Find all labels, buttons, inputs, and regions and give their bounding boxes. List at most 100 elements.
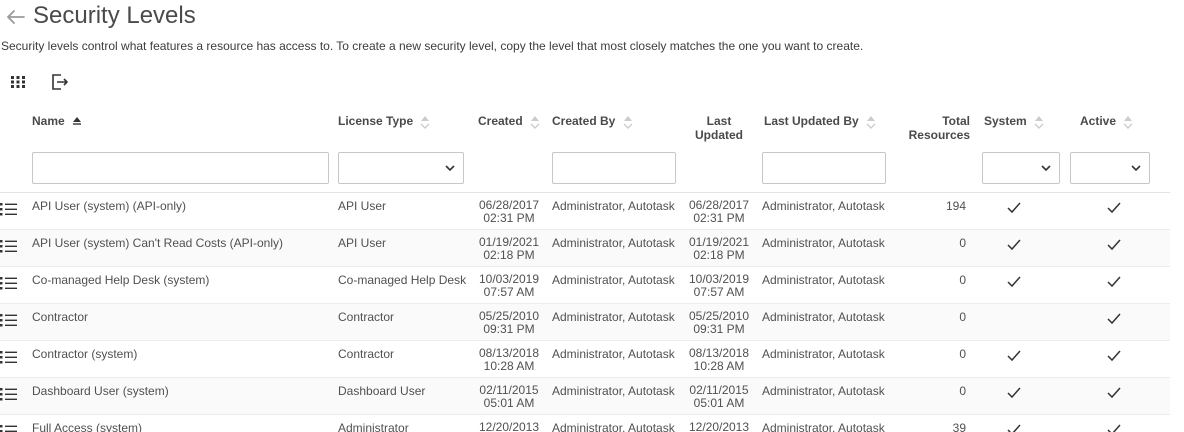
row-system xyxy=(978,192,1066,230)
row-license-type: Co-managed Help Desk xyxy=(334,266,472,304)
row-active xyxy=(1066,340,1170,378)
row-last-updated: 12/20/201307:06 AM xyxy=(680,414,758,432)
row-created: 12/20/201307:06 AM xyxy=(472,414,546,432)
table-row[interactable]: Co-managed Help Desk (system) Co-managed … xyxy=(0,266,1170,304)
check-icon xyxy=(1107,313,1121,328)
row-active xyxy=(1066,192,1170,230)
row-system xyxy=(978,340,1066,378)
row-total-resources: 0 xyxy=(886,303,978,341)
check-icon xyxy=(1007,276,1021,291)
row-created-by: Administrator, Autotask xyxy=(546,414,680,432)
row-license-type: Contractor xyxy=(334,303,472,341)
table-row[interactable]: Contractor (system) Contractor 08/13/2018 1… xyxy=(0,340,1170,378)
column-header-active[interactable]: Active xyxy=(1066,104,1170,148)
column-header-created-by[interactable]: Created By xyxy=(546,104,680,148)
row-context-menu-icon[interactable] xyxy=(0,349,18,365)
active-filter-select[interactable] xyxy=(1070,152,1150,184)
row-created: 08/13/2018 10:28 AM xyxy=(472,340,546,378)
column-header-created[interactable]: Created xyxy=(472,104,546,148)
license-type-filter-select[interactable] xyxy=(338,152,464,184)
row-last-updated: 05/25/2010 09:31 PM xyxy=(680,303,758,341)
table-row[interactable]: API User (system) (API-only) API User 06/2… xyxy=(0,192,1170,230)
row-context-menu-icon[interactable] xyxy=(0,423,18,432)
sort-ascending-icon[interactable] xyxy=(72,116,82,128)
row-active xyxy=(1066,266,1170,304)
row-active xyxy=(1066,414,1170,432)
sort-icon[interactable] xyxy=(530,115,540,129)
row-total-resources: 39 xyxy=(886,414,978,432)
created-by-filter-input[interactable] xyxy=(552,152,676,184)
row-last-updated-by: Administrator, Autotask xyxy=(758,266,886,304)
column-header-system[interactable]: System xyxy=(978,104,1066,148)
row-created-by: Administrator, Autotask xyxy=(546,229,680,267)
row-last-updated-by: Administrator, Autotask xyxy=(758,414,886,432)
row-created: 01/19/2021 02:18 PM xyxy=(472,229,546,267)
check-icon xyxy=(1007,202,1021,217)
row-total-resources: 0 xyxy=(886,340,978,378)
sort-icon[interactable] xyxy=(420,115,430,129)
sort-icon[interactable] xyxy=(1123,115,1133,129)
row-license-type: Contractor xyxy=(334,340,472,378)
last-updated-by-filter-input[interactable] xyxy=(762,152,886,184)
export-icon[interactable] xyxy=(49,72,69,92)
check-icon xyxy=(1107,202,1121,217)
row-active xyxy=(1066,303,1170,341)
back-arrow-icon[interactable] xyxy=(4,6,26,28)
row-total-resources: 0 xyxy=(886,229,978,267)
table-row[interactable]: Dashboard User (system) Dashboard User 02/… xyxy=(0,377,1170,415)
row-context-menu-icon[interactable] xyxy=(0,312,18,328)
row-created-by: Administrator, Autotask xyxy=(546,192,680,230)
chevron-down-icon xyxy=(1131,165,1141,172)
row-name: Full Access (system) xyxy=(28,414,334,432)
row-name: API User (system) (API-only) xyxy=(28,192,334,230)
check-icon xyxy=(1007,239,1021,254)
row-context-menu-icon[interactable] xyxy=(0,275,18,291)
column-header-last-updated-by[interactable]: Last Updated By xyxy=(758,104,886,148)
row-last-updated-by: Administrator, Autotask xyxy=(758,192,886,230)
page-title: Security Levels xyxy=(33,2,196,29)
row-system xyxy=(978,414,1066,432)
row-license-type: API User xyxy=(334,192,472,230)
row-created: 10/03/2019 07:57 AM xyxy=(472,266,546,304)
chevron-down-icon xyxy=(445,165,455,172)
row-context-menu-icon[interactable] xyxy=(0,386,18,402)
chevron-down-icon xyxy=(1041,165,1051,172)
table-row[interactable]: Full Access (system) Administrator 12/20/2… xyxy=(0,414,1170,432)
row-last-updated: 08/13/2018 10:28 AM xyxy=(680,340,758,378)
table-row[interactable]: API User (system) Can't Read Costs (API-… xyxy=(0,229,1170,267)
check-icon xyxy=(1007,350,1021,365)
row-system xyxy=(978,303,1066,341)
row-active xyxy=(1066,229,1170,267)
row-license-type: Dashboard User xyxy=(334,377,472,415)
row-context-menu-icon[interactable] xyxy=(0,238,18,254)
check-icon xyxy=(1007,424,1021,432)
page-description: Security levels control what features a … xyxy=(1,39,864,53)
row-last-updated-by: Administrator, Autotask xyxy=(758,229,886,267)
row-license-type: API User xyxy=(334,229,472,267)
row-last-updated: 02/11/2015 05:01 AM xyxy=(680,377,758,415)
column-header-total-resources[interactable]: Total Resources xyxy=(886,104,978,148)
row-last-updated-by: Administrator, Autotask xyxy=(758,303,886,341)
sort-icon[interactable] xyxy=(866,115,876,129)
row-name: API User (system) Can't Read Costs (API-… xyxy=(28,229,334,267)
name-filter-input[interactable] xyxy=(32,152,329,184)
row-context-menu-icon[interactable] xyxy=(0,201,18,217)
system-filter-select[interactable] xyxy=(982,152,1060,184)
column-header-name[interactable]: Name xyxy=(28,104,334,148)
check-icon xyxy=(1107,276,1121,291)
check-icon xyxy=(1107,350,1121,365)
column-header-last-updated[interactable]: Last Updated xyxy=(680,104,758,148)
row-last-updated: 06/28/2017 02:31 PM xyxy=(680,192,758,230)
row-last-updated-by: Administrator, Autotask xyxy=(758,340,886,378)
table-row[interactable]: Contractor Contractor 05/25/2010 09:31 PM Ad… xyxy=(0,303,1170,341)
row-created: 05/25/2010 09:31 PM xyxy=(472,303,546,341)
row-created-by: Administrator, Autotask xyxy=(546,303,680,341)
row-name: Contractor xyxy=(28,303,334,341)
sort-icon[interactable] xyxy=(623,115,633,129)
row-created: 02/11/2015 05:01 AM xyxy=(472,377,546,415)
row-last-updated: 10/03/2019 07:57 AM xyxy=(680,266,758,304)
column-header-license-type[interactable]: License Type xyxy=(334,104,472,148)
column-chooser-icon[interactable] xyxy=(8,72,28,92)
row-last-updated-by: Administrator, Autotask xyxy=(758,377,886,415)
sort-icon[interactable] xyxy=(1034,115,1044,129)
